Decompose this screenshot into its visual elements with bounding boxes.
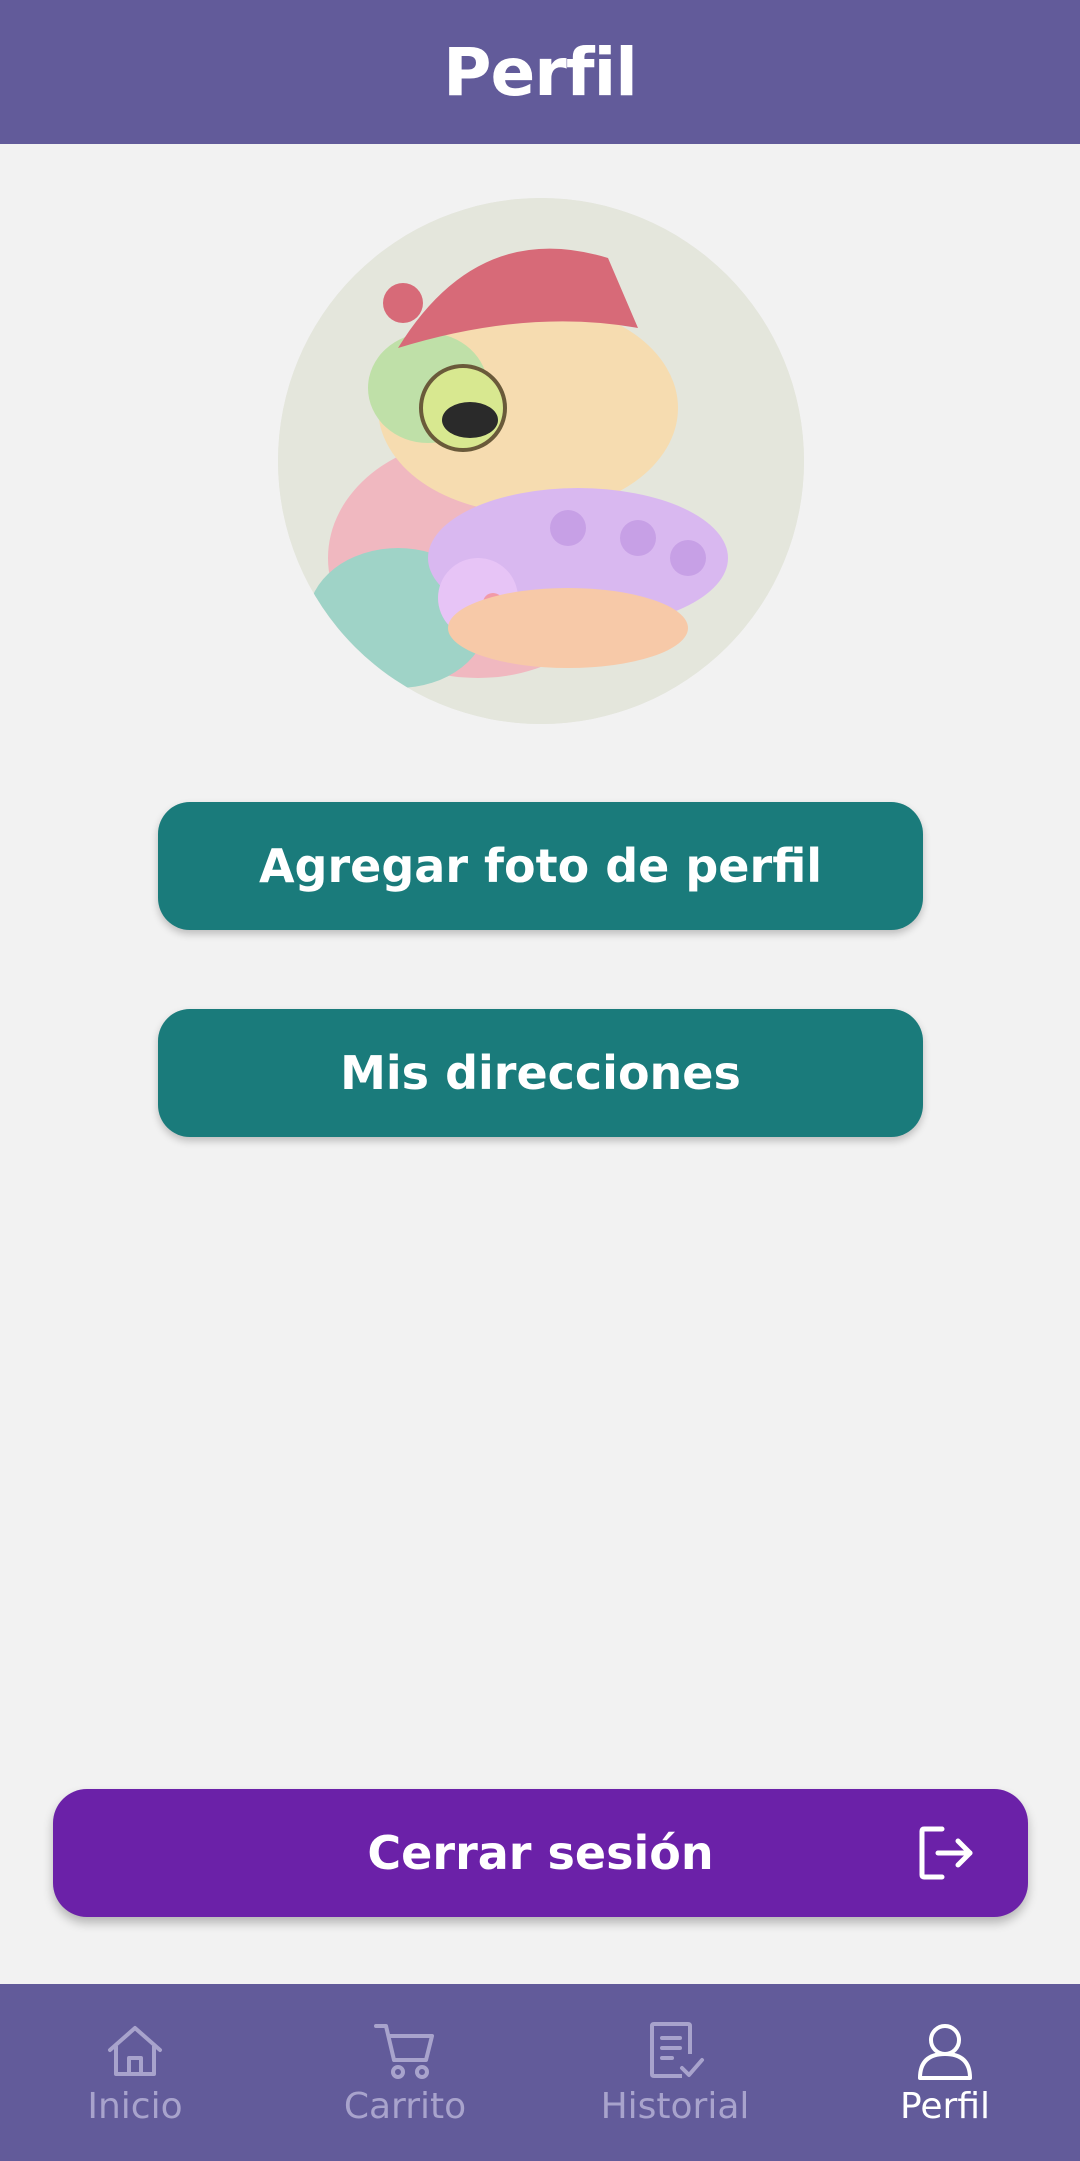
nav-label-historial: Historial xyxy=(600,2086,750,2127)
nav-item-perfil[interactable]: Perfil xyxy=(810,1984,1080,2161)
cart-icon xyxy=(374,2024,434,2079)
nav-label-inicio: Inicio xyxy=(87,2086,183,2127)
logout-label: Cerrar sesión xyxy=(367,1826,714,1880)
nav-item-historial[interactable]: Historial xyxy=(540,1984,810,2161)
nav-item-inicio[interactable]: Inicio xyxy=(0,1984,270,2161)
page-title: Perfil xyxy=(443,33,638,111)
user-icon xyxy=(918,2024,972,2080)
logout-icon xyxy=(919,1826,973,1880)
app-header: Perfil xyxy=(0,0,1080,144)
nav-label-perfil: Perfil xyxy=(899,2086,991,2127)
logout-button[interactable]: Cerrar sesión xyxy=(53,1789,1028,1917)
profile-avatar xyxy=(278,198,804,724)
history-icon xyxy=(650,2022,704,2078)
add-profile-photo-label: Agregar foto de perfil xyxy=(258,839,823,893)
nav-item-carrito[interactable]: Carrito xyxy=(270,1984,540,2161)
profile-photo-image xyxy=(278,198,804,724)
bottom-navigation: Inicio Carrito Historial Perfil xyxy=(0,1984,1080,2161)
nav-label-carrito: Carrito xyxy=(343,2086,467,2127)
my-addresses-label: Mis direcciones xyxy=(340,1046,741,1100)
add-profile-photo-button[interactable]: Agregar foto de perfil xyxy=(158,802,923,930)
my-addresses-button[interactable]: Mis direcciones xyxy=(158,1009,923,1137)
home-icon xyxy=(108,2026,162,2076)
